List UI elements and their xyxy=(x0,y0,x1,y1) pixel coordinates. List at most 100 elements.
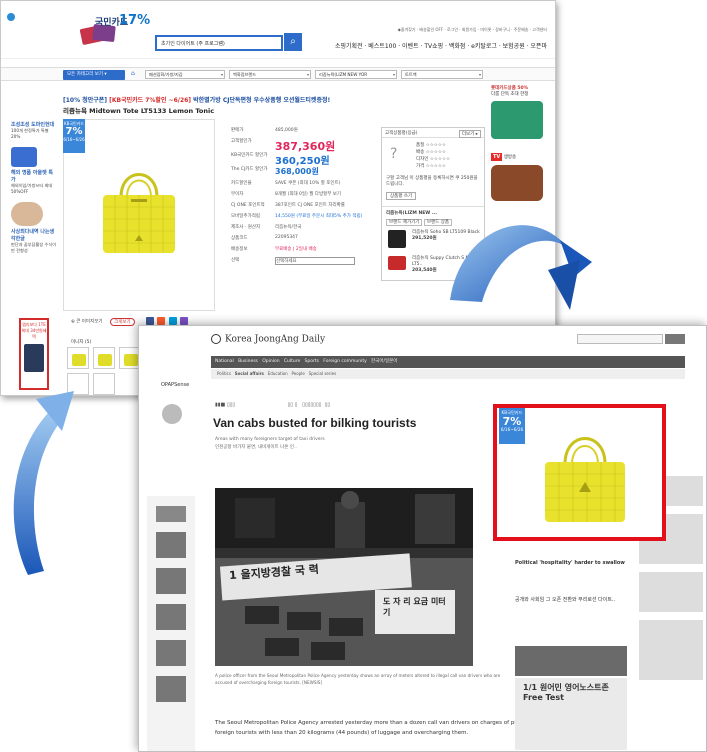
question-icon: ? xyxy=(390,146,398,162)
baby-photo-thumbnail xyxy=(11,202,43,226)
ad-card-discount-badge: KB국민카드 7% 6/16~6/26 xyxy=(499,408,525,444)
nav-item[interactable]: Sports xyxy=(305,359,319,364)
subnav-item[interactable]: Education xyxy=(268,371,288,376)
twitter-icon[interactable] xyxy=(168,317,177,325)
free-test-title: 1/1 원어민 영어노스트존 Free Test xyxy=(523,683,609,702)
article-photo[interactable]: 1 을지방경찰 국 력 도 자 리 요금 미터기 xyxy=(215,488,473,666)
main-nav[interactable]: 소핑기획전 · 베스트100 · 이벤트 · TV쇼핑 · 백화점 · e키탈로… xyxy=(335,41,547,50)
left-ad-banner[interactable] xyxy=(147,496,195,751)
nav-item[interactable]: Foreign community xyxy=(323,359,366,364)
subnav-item[interactable]: Politics xyxy=(217,371,231,376)
right-ad-block[interactable] xyxy=(639,572,703,612)
breadcrumb-select-1[interactable]: 패션잡화/가방/지갑 ▾ xyxy=(145,70,225,79)
info-row: 판매가 485,000원 xyxy=(231,128,298,133)
write-review-button[interactable]: 상품평 쓰기 xyxy=(386,192,417,200)
photo-sign-text-2: 도 자 리 요금 미터기 xyxy=(383,597,446,617)
info-row: CJ ONE 포인트적 387포인트 CJ ONE 포인트 자리확률 xyxy=(231,203,345,208)
shop-header: 국민카드 17% 초기인 다이어트 (주 프로그램) ⌕ ◆즐겨찾기 · 배송할… xyxy=(1,1,555,59)
article-headline: Van cabs busted for bilking tourists xyxy=(213,416,417,430)
info-row: 고객할인가 387,360원 xyxy=(231,139,336,153)
info-row: 제조사 · 원산지 리즘뉴욕/한국 xyxy=(231,225,302,230)
article-tools[interactable]: ▮▮■ ▯▯▯ ▯▯ ▯ ▯▯▯▯▯▯▯ ▯▯ xyxy=(215,402,330,408)
breadcrumb-select-3[interactable]: 리즘뉴욕(LIZM NEW YOR ▾ xyxy=(315,70,397,79)
info-row: KB국민카드 할인가 360,250원 xyxy=(231,153,330,167)
red-clutch-thumbnail xyxy=(388,256,406,270)
search-input[interactable]: 초기인 다이어트 (주 프로그램) xyxy=(155,35,283,51)
left-promo-item[interactable]: 조성조성 도마인헌대 100개 한정특가 특별 20% xyxy=(11,121,57,139)
curved-arrow-down-icon xyxy=(450,225,592,310)
review-more-button[interactable]: 더보기 ▸ xyxy=(458,130,481,138)
discount-ad-sub: 다룸 단독 초대 한정 xyxy=(491,92,529,97)
utility-links[interactable]: ◆즐겨찾기 · 배송할인 OFF · 로그인 · 회원가입 · 마이롯 · 장바… xyxy=(398,27,547,33)
thumbnail[interactable] xyxy=(93,373,115,395)
blue-bag-thumbnail xyxy=(11,147,37,167)
news-page-screenshot: Korea JoongAng Daily National Business O… xyxy=(138,325,707,752)
yellow-tote-bag-image xyxy=(103,173,175,253)
facebook-icon[interactable] xyxy=(145,317,154,325)
blog-icon[interactable] xyxy=(157,317,166,325)
nav-item[interactable]: 한국어/일본어 xyxy=(371,359,397,364)
price-info-table: 판매가 485,000원 고객할인가 387,360원 KB국민카드 할인가 360,… xyxy=(231,127,371,268)
article-deck: Areas with many foreigners target of tax… xyxy=(215,437,325,450)
green-bag-ad-image[interactable] xyxy=(491,101,543,139)
right-ad-block[interactable] xyxy=(639,620,703,680)
thumbnail[interactable] xyxy=(93,347,115,369)
article-body: The Seoul Metropolitan Police Agency arr… xyxy=(215,720,540,736)
share-icon[interactable] xyxy=(180,317,189,325)
promo-line[interactable]: [10% 청안구폰] [KB국민카드 7%할인 ~6/26] 박한별가방 CJ단… xyxy=(63,95,330,104)
product-title: 리즘뉴욕 Midtown Tote LT5133 Lemon Tonic xyxy=(63,107,215,115)
review-panel-header: 고객상품평(응급) 더보기 ▸ xyxy=(382,128,484,138)
rating-block: ? 품질 ☆☆☆☆☆ 배송 ☆☆☆☆☆ 디자인 ☆☆☆☆☆ 가격 ☆☆☆☆☆ xyxy=(390,143,451,169)
left-promo-column: 조성조성 도마인헌대 100개 한정특가 특별 20% 해외 명품 아울렛 특가… xyxy=(11,121,57,262)
news-logo[interactable]: Korea JoongAng Daily xyxy=(211,334,325,345)
breadcrumb-select-4[interactable]: 토트백 ▾ xyxy=(401,70,483,79)
left-promo-item[interactable]: 해외 명품 아울렛 특가 해외이임/가방쓰타 최대 50%OFF xyxy=(11,147,57,194)
nav-item[interactable]: Business xyxy=(238,359,258,364)
info-row: The CJ카드 할인가 368,000원 xyxy=(231,167,319,176)
info-row: 선택 선택하세요 xyxy=(231,257,371,268)
card-promo-logo[interactable]: 국민카드 17% xyxy=(79,13,150,49)
subnav-item[interactable]: Special series xyxy=(309,371,337,376)
left-icon-column xyxy=(149,388,195,426)
zoom-icon[interactable]: ⊕ xyxy=(71,320,75,325)
breadcrumb-select-2[interactable]: 백화점브랜드 ▾ xyxy=(229,70,311,79)
thumbnail[interactable] xyxy=(67,347,89,369)
info-row: 무이자 8개월 (최대 0일) 월 다방할부 보기 xyxy=(231,192,342,197)
left-promo-item[interactable]: 사상최다내역 나는생각한글 판단과 꿈부담활성 수식이만 전형성 xyxy=(11,202,57,254)
subnav-item[interactable]: Social affairs xyxy=(235,371,264,376)
curved-arrow-up-icon xyxy=(13,391,74,575)
category-bar: 모든 카테고리 보기 ▾ ⌂ 패션잡화/가방/지갑 ▾ 백화점브랜드 ▾ 리즘뉴욕(… xyxy=(1,67,555,81)
nav-item[interactable]: Opinion xyxy=(262,359,279,364)
news-subnav: Politics Social affairs Education People… xyxy=(211,369,685,379)
site-logo-icon[interactable] xyxy=(7,13,15,21)
search-icon: ⌕ xyxy=(290,36,296,47)
home-icon[interactable]: ⌂ xyxy=(131,70,135,77)
card-pct: 17% xyxy=(119,13,151,28)
person-icon[interactable] xyxy=(162,404,182,424)
search-button[interactable]: ⌕ xyxy=(284,33,302,51)
subnav-item[interactable]: People xyxy=(292,371,305,376)
tab-brand-info[interactable]: 브랜드 혜가기기 xyxy=(386,219,423,226)
free-test-ad[interactable]: 1/1 원어민 영어노스트존 Free Test xyxy=(515,678,627,750)
logo-circle-icon xyxy=(211,334,221,344)
info-row: 상품코드 22095347 xyxy=(231,235,298,241)
info-row: 모바일추가적립 14,550원 (무료일 주문시 최대5% 추가 적립) xyxy=(231,214,363,219)
card-discount-badge: KB국민카드 7% 6/16~6/26 xyxy=(63,119,85,153)
option-select[interactable]: 선택하세요 xyxy=(275,257,355,265)
all-categories-button[interactable]: 모든 카테고리 보기 ▾ xyxy=(63,70,125,80)
news-search-button[interactable] xyxy=(665,334,685,344)
zoom-button[interactable]: 크게보기 xyxy=(109,317,135,326)
yellow-bag-ad-image[interactable] xyxy=(543,426,627,526)
thumbnails-label: 미니지 (5) xyxy=(71,340,92,345)
side-story-2[interactable]: 공개와 사회임 그 오픈 전환와 부리로선 다이트.. xyxy=(515,596,625,603)
tv-label: 생방송 xyxy=(503,155,517,160)
tv-logo[interactable]: TV xyxy=(491,153,503,161)
black-bag-thumbnail xyxy=(388,230,406,248)
nav-item[interactable]: Culture xyxy=(284,359,300,364)
info-row: 배송정보 무료배송 | 2일내 배송 xyxy=(231,247,317,252)
side-ad-banner[interactable] xyxy=(515,646,627,676)
mobile-app-ad[interactable]: 앱리보다 1TE 최대 34만원혜택 xyxy=(19,318,49,390)
nav-item[interactable]: National xyxy=(215,359,234,364)
photo-caption: A police officer from the Seoul Metropol… xyxy=(215,673,501,685)
phone-icon xyxy=(24,344,44,372)
